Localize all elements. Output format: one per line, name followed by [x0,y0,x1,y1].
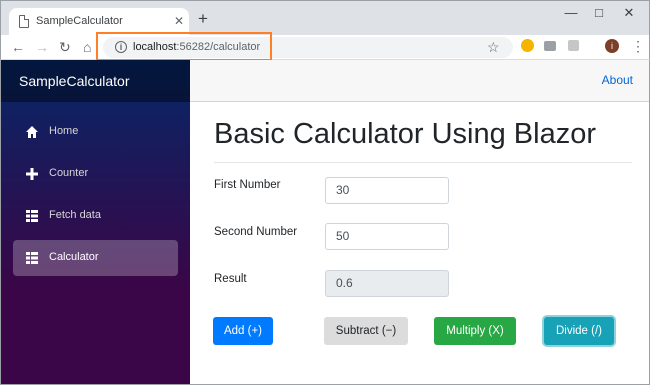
extension-icon[interactable] [568,40,579,51]
browser-tabstrip: SampleCalculator ✕ + — □ ✕ [0,0,650,36]
first-number-input[interactable]: 30 [325,177,449,204]
first-number-label: First Number [214,179,281,191]
sidebar-item-label: Counter [49,167,89,179]
extension-moon-icon[interactable] [521,39,534,52]
sidebar-item-home[interactable]: Home [13,114,178,150]
second-number-input[interactable]: 50 [325,223,449,250]
maximize-icon[interactable]: □ [589,5,609,21]
plus-icon [26,168,38,180]
list-icon [26,210,38,222]
sidebar: SampleCalculator Home Counter Fetch data [1,60,190,384]
multiply-button[interactable]: Multiply (X) [434,317,516,345]
url-highlight-box [96,32,272,61]
main-content: About Basic Calculator Using Blazor Firs… [190,60,649,384]
result-label: Result [214,273,247,285]
sidebar-item-calculator[interactable]: Calculator [13,240,178,276]
new-tab-icon[interactable]: + [198,10,208,28]
list-icon [26,252,38,264]
tab-title: SampleCalculator [36,15,123,27]
sidebar-item-fetch-data[interactable]: Fetch data [13,198,178,234]
reload-icon[interactable]: ↻ [59,39,71,55]
home-icon [26,126,38,138]
about-link[interactable]: About [602,73,633,87]
subtract-button[interactable]: Subtract (−) [324,317,408,345]
sidebar-item-counter[interactable]: Counter [13,156,178,192]
minimize-icon[interactable]: — [561,5,581,21]
forward-arrow-icon[interactable]: → [35,39,49,55]
home-icon[interactable]: ⌂ [83,39,91,55]
sidebar-item-label: Calculator [49,251,99,263]
divide-button[interactable]: Divide (/) [544,317,614,345]
top-row: About [190,60,649,102]
divider [214,162,632,163]
camera-icon[interactable] [544,41,556,51]
page-icon [19,15,29,28]
menu-dots-icon[interactable]: ⋮ [631,38,645,54]
page-title: Basic Calculator Using Blazor [214,118,596,150]
profile-avatar[interactable]: i [605,39,619,53]
app-brand[interactable]: SampleCalculator [1,60,190,102]
back-arrow-icon[interactable]: ← [11,39,25,55]
add-button[interactable]: Add (+) [213,317,273,345]
blazor-app: SampleCalculator Home Counter Fetch data [0,60,650,385]
second-number-label: Second Number [214,226,298,238]
close-icon[interactable]: ✕ [174,14,184,28]
result-field: 0.6 [325,270,449,297]
sidebar-item-label: Home [49,125,79,137]
bookmark-star-icon[interactable]: ☆ [487,39,500,56]
sidebar-item-label: Fetch data [49,209,101,221]
window-close-icon[interactable]: ✕ [619,5,639,21]
